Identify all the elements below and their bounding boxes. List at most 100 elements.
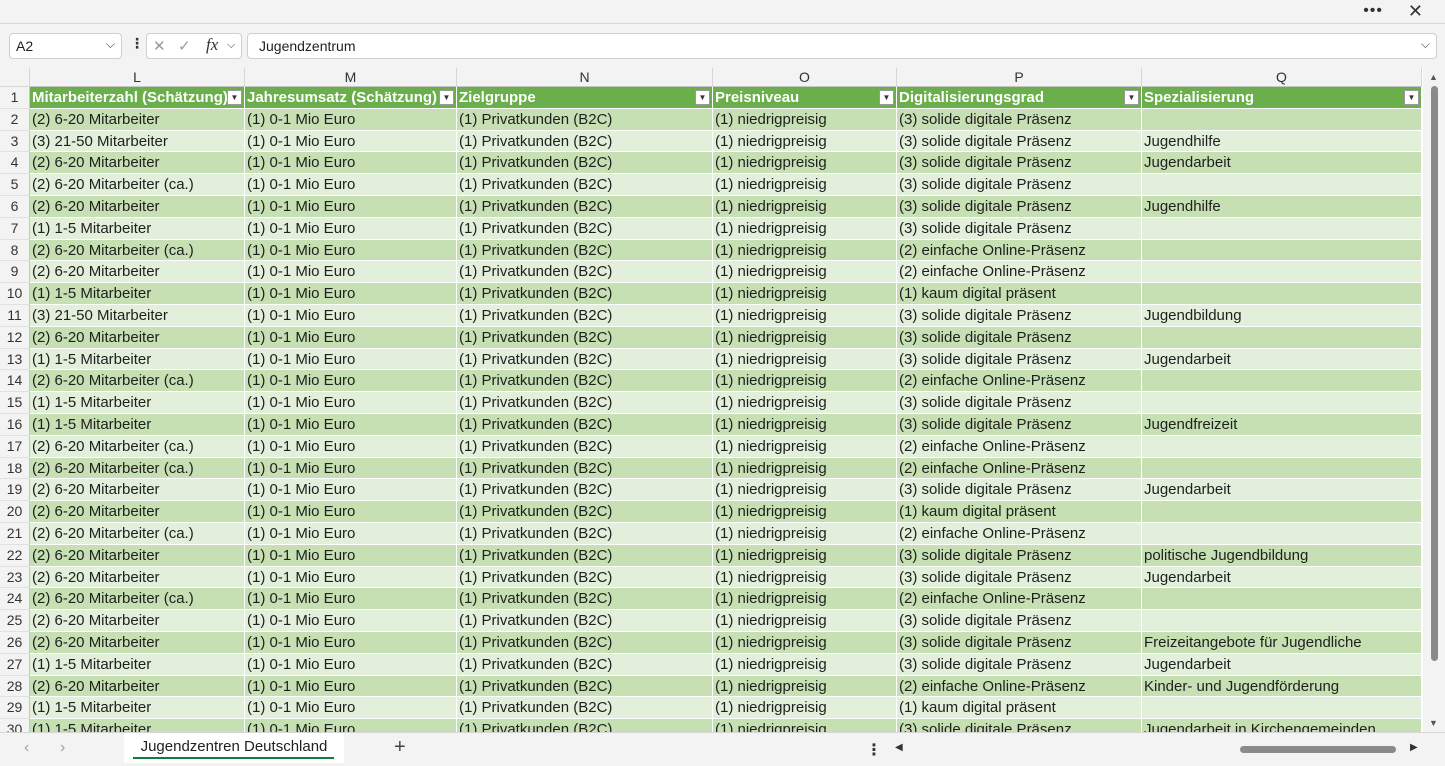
table-cell[interactable]: (1) niedrigpreisig bbox=[713, 196, 897, 218]
table-cell[interactable]: (1) 0-1 Mio Euro bbox=[245, 479, 457, 502]
table-cell[interactable]: (1) 0-1 Mio Euro bbox=[245, 239, 457, 262]
table-cell[interactable]: (1) 0-1 Mio Euro bbox=[245, 174, 457, 196]
column-header-n[interactable]: N bbox=[457, 68, 713, 87]
table-cell[interactable] bbox=[1142, 697, 1422, 720]
next-sheet-icon[interactable]: › bbox=[60, 739, 65, 757]
table-cell[interactable]: (2) 6-20 Mitarbeiter bbox=[30, 196, 245, 218]
column-header-q[interactable]: Q bbox=[1142, 68, 1422, 87]
table-cell[interactable]: (1) niedrigpreisig bbox=[713, 457, 897, 480]
table-cell[interactable]: (1) niedrigpreisig bbox=[713, 501, 897, 523]
row-header[interactable]: 17 bbox=[0, 435, 30, 458]
table-cell[interactable]: (1) Privatkunden (B2C) bbox=[457, 392, 713, 414]
filter-dropdown-icon[interactable]: ▼ bbox=[1124, 90, 1139, 105]
table-cell[interactable]: (1) 0-1 Mio Euro bbox=[245, 326, 457, 349]
table-cell[interactable]: (1) niedrigpreisig bbox=[713, 435, 897, 458]
table-cell[interactable]: (1) niedrigpreisig bbox=[713, 719, 897, 732]
table-cell[interactable]: (1) Privatkunden (B2C) bbox=[457, 632, 713, 654]
scroll-down-icon[interactable]: ▼ bbox=[1429, 718, 1438, 728]
table-cell[interactable]: (1) Privatkunden (B2C) bbox=[457, 370, 713, 393]
table-cell[interactable]: (1) niedrigpreisig bbox=[713, 348, 897, 371]
table-cell[interactable] bbox=[1142, 261, 1422, 284]
table-cell[interactable]: (2) 6-20 Mitarbeiter (ca.) bbox=[30, 523, 245, 545]
table-cell[interactable]: (2) 6-20 Mitarbeiter bbox=[30, 610, 245, 632]
table-cell[interactable]: (1) Privatkunden (B2C) bbox=[457, 283, 713, 305]
table-cell[interactable]: (3) solide digitale Präsenz bbox=[897, 566, 1142, 589]
table-cell[interactable]: (1) niedrigpreisig bbox=[713, 108, 897, 131]
confirm-icon[interactable]: ✓ bbox=[178, 37, 191, 55]
table-cell[interactable]: (1) Privatkunden (B2C) bbox=[457, 566, 713, 589]
vertical-scrollbar[interactable]: ▲ ▼ bbox=[1423, 68, 1445, 732]
table-cell[interactable]: (1) niedrigpreisig bbox=[713, 239, 897, 262]
table-cell[interactable]: (1) niedrigpreisig bbox=[713, 523, 897, 545]
table-cell[interactable]: (1) 1-5 Mitarbeiter bbox=[30, 653, 245, 676]
vertical-more-icon[interactable]: ⋮ bbox=[866, 740, 882, 760]
table-cell[interactable] bbox=[1142, 588, 1422, 611]
table-cell[interactable]: (2) 6-20 Mitarbeiter bbox=[30, 632, 245, 654]
table-cell[interactable]: (1) 0-1 Mio Euro bbox=[245, 719, 457, 732]
row-header[interactable]: 1 bbox=[0, 87, 30, 109]
table-cell[interactable]: (3) solide digitale Präsenz bbox=[897, 174, 1142, 196]
table-cell[interactable]: (1) Privatkunden (B2C) bbox=[457, 196, 713, 218]
table-cell[interactable]: (1) Privatkunden (B2C) bbox=[457, 675, 713, 698]
close-icon[interactable]: ✕ bbox=[1408, 1, 1423, 22]
table-cell[interactable]: (2) 6-20 Mitarbeiter bbox=[30, 566, 245, 589]
table-cell[interactable]: (3) solide digitale Präsenz bbox=[897, 414, 1142, 436]
table-cell[interactable]: (1) niedrigpreisig bbox=[713, 305, 897, 327]
row-header[interactable]: 22 bbox=[0, 544, 30, 567]
table-cell[interactable]: (2) einfache Online-Präsenz bbox=[897, 370, 1142, 393]
table-cell[interactable]: (1) kaum digital präsent bbox=[897, 697, 1142, 720]
name-box[interactable]: A2 ⌵ bbox=[9, 33, 122, 59]
table-cell[interactable]: (1) niedrigpreisig bbox=[713, 675, 897, 698]
table-cell[interactable]: (1) Privatkunden (B2C) bbox=[457, 305, 713, 327]
table-cell[interactable]: (1) 0-1 Mio Euro bbox=[245, 414, 457, 436]
row-header[interactable]: 29 bbox=[0, 697, 30, 720]
table-cell[interactable]: (2) 6-20 Mitarbeiter (ca.) bbox=[30, 174, 245, 196]
table-cell[interactable]: (1) 1-5 Mitarbeiter bbox=[30, 283, 245, 305]
table-cell[interactable]: (3) solide digitale Präsenz bbox=[897, 217, 1142, 240]
table-cell[interactable]: (1) niedrigpreisig bbox=[713, 326, 897, 349]
row-header[interactable]: 20 bbox=[0, 501, 30, 523]
table-cell[interactable] bbox=[1142, 435, 1422, 458]
table-cell[interactable]: (1) 0-1 Mio Euro bbox=[245, 196, 457, 218]
table-cell[interactable] bbox=[1142, 283, 1422, 305]
table-cell[interactable]: Jugendfreizeit bbox=[1142, 414, 1422, 436]
row-header[interactable]: 27 bbox=[0, 653, 30, 676]
table-cell[interactable]: (1) 0-1 Mio Euro bbox=[245, 457, 457, 480]
table-cell[interactable]: (1) niedrigpreisig bbox=[713, 370, 897, 393]
table-cell[interactable]: (3) solide digitale Präsenz bbox=[897, 152, 1142, 175]
add-sheet-icon[interactable]: + bbox=[394, 736, 406, 759]
table-cell[interactable]: (1) niedrigpreisig bbox=[713, 174, 897, 196]
table-cell[interactable]: (1) Privatkunden (B2C) bbox=[457, 501, 713, 523]
table-cell[interactable]: (1) Privatkunden (B2C) bbox=[457, 610, 713, 632]
filter-dropdown-icon[interactable]: ▼ bbox=[227, 90, 242, 105]
table-cell[interactable]: (2) einfache Online-Präsenz bbox=[897, 435, 1142, 458]
table-cell[interactable]: (1) Privatkunden (B2C) bbox=[457, 174, 713, 196]
table-cell[interactable]: (1) 0-1 Mio Euro bbox=[245, 108, 457, 131]
table-cell[interactable]: (3) 21-50 Mitarbeiter bbox=[30, 305, 245, 327]
row-header[interactable]: 21 bbox=[0, 523, 30, 545]
table-cell[interactable]: (1) Privatkunden (B2C) bbox=[457, 261, 713, 284]
table-cell[interactable]: (1) Privatkunden (B2C) bbox=[457, 523, 713, 545]
cancel-icon[interactable]: ✕ bbox=[153, 37, 166, 55]
table-cell[interactable]: politische Jugendbildung bbox=[1142, 544, 1422, 567]
table-cell[interactable]: (1) 0-1 Mio Euro bbox=[245, 217, 457, 240]
sheet-tab[interactable]: Jugendzentren Deutschland bbox=[124, 733, 344, 763]
row-header[interactable]: 9 bbox=[0, 261, 30, 284]
table-cell[interactable]: (1) 0-1 Mio Euro bbox=[245, 370, 457, 393]
row-header[interactable]: 5 bbox=[0, 174, 30, 196]
table-cell[interactable]: (1) 0-1 Mio Euro bbox=[245, 501, 457, 523]
table-cell[interactable]: (1) 0-1 Mio Euro bbox=[245, 348, 457, 371]
table-cell[interactable]: (1) Privatkunden (B2C) bbox=[457, 130, 713, 153]
table-cell[interactable]: (2) 6-20 Mitarbeiter (ca.) bbox=[30, 588, 245, 611]
table-cell[interactable]: (3) solide digitale Präsenz bbox=[897, 196, 1142, 218]
column-header-p[interactable]: P bbox=[897, 68, 1142, 87]
row-header[interactable]: 4 bbox=[0, 152, 30, 175]
table-cell[interactable]: Jugendarbeit in Kirchengemeinden bbox=[1142, 719, 1422, 732]
table-cell[interactable]: (1) Privatkunden (B2C) bbox=[457, 435, 713, 458]
table-cell[interactable]: (1) 0-1 Mio Euro bbox=[245, 392, 457, 414]
table-cell[interactable]: (2) 6-20 Mitarbeiter bbox=[30, 261, 245, 284]
table-cell[interactable] bbox=[1142, 370, 1422, 393]
table-header-cell[interactable]: Jahresumsatz (Schätzung) ▼ bbox=[245, 87, 457, 109]
table-cell[interactable]: (1) 1-5 Mitarbeiter bbox=[30, 217, 245, 240]
table-cell[interactable]: (2) einfache Online-Präsenz bbox=[897, 261, 1142, 284]
